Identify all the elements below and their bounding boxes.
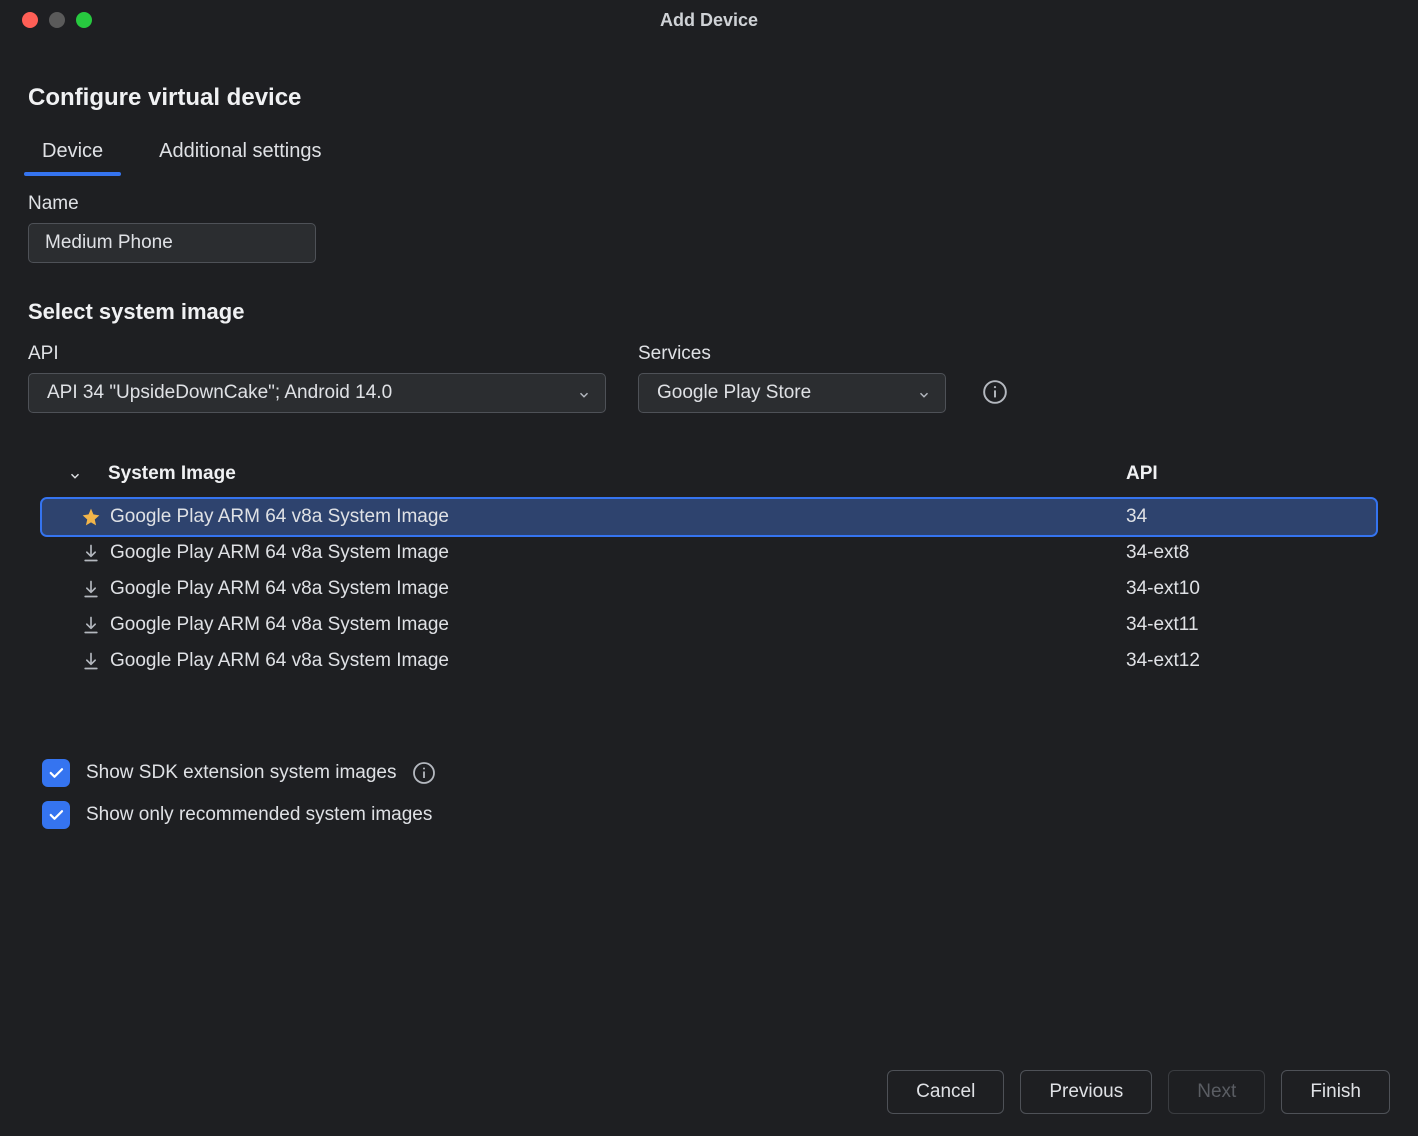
info-icon[interactable] bbox=[982, 379, 1008, 405]
window-title: Add Device bbox=[660, 10, 758, 31]
name-input[interactable] bbox=[28, 223, 316, 263]
row-api: 34-ext10 bbox=[1126, 578, 1376, 600]
table-header: System Image API bbox=[42, 457, 1376, 499]
row-name: Google Play ARM 64 v8a System Image bbox=[110, 542, 1126, 564]
row-api: 34-ext12 bbox=[1126, 650, 1376, 672]
window-close-button[interactable] bbox=[22, 12, 38, 28]
page-title: Configure virtual device bbox=[28, 84, 1390, 112]
window-minimize-button[interactable] bbox=[49, 12, 65, 28]
tab-additional-settings[interactable]: Additional settings bbox=[145, 134, 335, 175]
chevron-down-icon bbox=[68, 467, 82, 481]
tabs: Device Additional settings bbox=[28, 134, 1390, 175]
checkbox-sdk-extension-label: Show SDK extension system images bbox=[86, 762, 396, 784]
download-icon[interactable] bbox=[72, 651, 110, 671]
services-label: Services bbox=[638, 343, 946, 365]
api-select[interactable]: API 34 "UpsideDownCake"; Android 14.0 bbox=[28, 373, 606, 413]
api-select-value: API 34 "UpsideDownCake"; Android 14.0 bbox=[47, 382, 392, 404]
section-heading: Select system image bbox=[28, 299, 1390, 325]
row-api: 34-ext11 bbox=[1126, 614, 1376, 636]
services-select[interactable]: Google Play Store bbox=[638, 373, 946, 413]
download-icon[interactable] bbox=[72, 615, 110, 635]
column-header-system-image[interactable]: System Image bbox=[108, 463, 1126, 485]
star-icon bbox=[72, 507, 110, 527]
name-label: Name bbox=[28, 193, 1390, 215]
row-name: Google Play ARM 64 v8a System Image bbox=[110, 650, 1126, 672]
info-icon[interactable] bbox=[412, 761, 436, 785]
checkbox-sdk-extension[interactable] bbox=[42, 759, 70, 787]
chevron-down-icon bbox=[917, 386, 931, 400]
previous-button[interactable]: Previous bbox=[1020, 1070, 1152, 1114]
download-icon[interactable] bbox=[72, 543, 110, 563]
row-api: 34 bbox=[1126, 506, 1376, 528]
row-name: Google Play ARM 64 v8a System Image bbox=[110, 578, 1126, 600]
table-row[interactable]: Google Play ARM 64 v8a System Image34-ex… bbox=[42, 535, 1376, 571]
services-select-value: Google Play Store bbox=[657, 382, 811, 404]
checkbox-recommended[interactable] bbox=[42, 801, 70, 829]
expand-toggle[interactable] bbox=[42, 467, 108, 481]
table-row[interactable]: Google Play ARM 64 v8a System Image34-ex… bbox=[42, 571, 1376, 607]
table-row[interactable]: Google Play ARM 64 v8a System Image34-ex… bbox=[42, 643, 1376, 679]
table-row[interactable]: Google Play ARM 64 v8a System Image34-ex… bbox=[42, 607, 1376, 643]
checkbox-recommended-label: Show only recommended system images bbox=[86, 804, 432, 826]
download-icon[interactable] bbox=[72, 579, 110, 599]
row-name: Google Play ARM 64 v8a System Image bbox=[110, 506, 1126, 528]
row-name: Google Play ARM 64 v8a System Image bbox=[110, 614, 1126, 636]
next-button: Next bbox=[1168, 1070, 1265, 1114]
table-row[interactable]: Google Play ARM 64 v8a System Image34 bbox=[42, 499, 1376, 535]
system-image-table: System Image API Google Play ARM 64 v8a … bbox=[28, 457, 1390, 679]
window-maximize-button[interactable] bbox=[76, 12, 92, 28]
tab-device[interactable]: Device bbox=[28, 134, 117, 175]
column-header-api[interactable]: API bbox=[1126, 463, 1376, 485]
titlebar: Add Device bbox=[0, 0, 1418, 40]
row-api: 34-ext8 bbox=[1126, 542, 1376, 564]
api-label: API bbox=[28, 343, 606, 365]
finish-button[interactable]: Finish bbox=[1281, 1070, 1390, 1114]
cancel-button[interactable]: Cancel bbox=[887, 1070, 1004, 1114]
chevron-down-icon bbox=[577, 386, 591, 400]
